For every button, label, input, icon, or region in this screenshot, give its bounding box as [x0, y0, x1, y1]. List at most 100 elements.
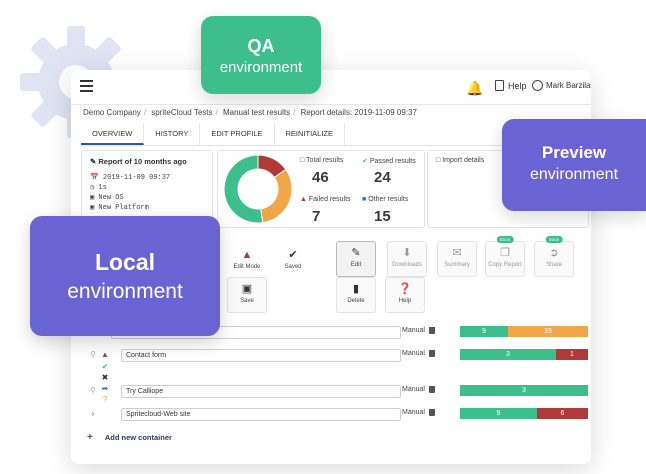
failed-results-label: ▲ Failed results: [300, 196, 351, 203]
trash-icon[interactable]: [428, 386, 435, 393]
trash-icon[interactable]: [428, 327, 435, 334]
edit-mode-label: Edit Mode: [233, 264, 261, 270]
qa-badge-title: QA: [247, 36, 275, 56]
delete-label: Delete: [347, 298, 365, 304]
forward-icon: ➦: [101, 384, 109, 393]
delete-button[interactable]: ▮ Delete: [336, 277, 376, 313]
donut-slice-other: [260, 168, 293, 224]
qa-badge-subtitle: environment: [219, 59, 303, 76]
result-bar: 3: [460, 385, 588, 396]
edit-label: Edit: [350, 262, 362, 268]
top-bar: 🔔 Help Mark Barzilay: [71, 70, 591, 105]
share-icon: ➲: [549, 247, 559, 259]
report-card: ✎ Report of 10 months ago 📅 2019-11-09 0…: [81, 150, 213, 218]
edit-button[interactable]: ✎ Edit: [336, 241, 376, 277]
save-button[interactable]: ▣ Save: [227, 277, 267, 313]
copy-report-label: Copy Report: [488, 262, 522, 268]
breadcrumb: Demo Company / spriteCloud Tests / Manual …: [83, 108, 417, 117]
question-icon: ❓: [398, 283, 412, 295]
result-bar: 96: [460, 408, 588, 419]
add-container-button[interactable]: + Add new container: [87, 432, 172, 443]
results-donut-chart: [223, 154, 293, 224]
breadcrumb-company[interactable]: Demo Company: [83, 108, 141, 117]
report-platform: ▣ New Platform: [90, 204, 149, 212]
search-icon[interactable]: ⚲: [87, 386, 99, 395]
search-icon[interactable]: ⚲: [87, 350, 99, 359]
report-title: ✎ Report of 10 months ago: [90, 157, 187, 166]
trash-icon: ▮: [352, 283, 360, 295]
breadcrumb-profile[interactable]: Manual test results: [223, 108, 290, 117]
mail-icon: ✉: [452, 247, 462, 259]
help-button-label: Help: [398, 298, 412, 304]
warning-icon: ▲: [241, 249, 253, 261]
local-badge-title: Local: [94, 249, 156, 275]
tab-edit-profile[interactable]: EDIT PROFILE: [200, 123, 275, 145]
add-container-label: Add new container: [104, 433, 172, 442]
copy-report-button[interactable]: Soon ❐ Copy Report: [485, 236, 525, 277]
question-icon: ?: [102, 395, 108, 404]
user-menu[interactable]: Mark Barzilay: [532, 80, 591, 91]
help-link[interactable]: Help: [495, 80, 527, 91]
download-icon: ⬇: [402, 247, 412, 259]
result-bar-segment: 6: [536, 408, 588, 419]
result-bar-segment: 9: [460, 326, 508, 337]
container-name-input[interactable]: Try Calliope: [121, 385, 401, 398]
total-results-value: 46: [312, 169, 329, 186]
qa-environment-badge: QA environment: [201, 16, 321, 94]
manual-label: Manual: [402, 350, 435, 357]
downloads-button[interactable]: ⬇ Downloads: [387, 241, 427, 277]
floppy-icon: ▣: [241, 283, 253, 295]
menu-icon[interactable]: [80, 80, 93, 92]
saved-indicator: ✔ Saved: [273, 244, 313, 280]
result-bar-segment: 9: [460, 408, 537, 419]
tab-reinitialize[interactable]: REINITIALIZE: [275, 123, 346, 145]
share-label: Share: [545, 262, 562, 268]
trash-icon[interactable]: [428, 350, 435, 357]
tab-history[interactable]: HISTORY: [144, 123, 201, 145]
import-details-title: □ Import details: [436, 157, 485, 164]
soon-badge: Soon: [496, 236, 514, 243]
downloads-label: Downloads: [392, 262, 422, 268]
share-button[interactable]: Soon ➲ Share: [534, 236, 574, 277]
check-icon: ✔: [288, 249, 298, 261]
preview-badge-subtitle: environment: [529, 166, 619, 183]
manual-label: Manual: [402, 409, 435, 416]
help-label: Help: [508, 80, 527, 91]
donut-slice-passed: [223, 154, 264, 224]
chevron-right-icon[interactable]: ›: [87, 409, 99, 418]
report-duration: ◷ 1s: [90, 184, 107, 192]
manual-label: Manual: [402, 386, 435, 393]
bell-icon[interactable]: 🔔: [466, 80, 483, 97]
preview-environment-badge: Preview environment: [502, 119, 646, 211]
local-environment-badge: Local environment: [30, 216, 220, 336]
breadcrumb-current: Report details: 2019-11-09 09:37: [300, 108, 417, 117]
failed-results-value: 7: [312, 208, 321, 225]
container-name-input[interactable]: Spritecloud-Web site: [121, 408, 401, 421]
tab-overview[interactable]: OVERVIEW: [81, 123, 145, 145]
report-os: ▣ New OS: [90, 194, 124, 202]
trash-icon[interactable]: [428, 409, 435, 416]
local-badge-subtitle: environment: [67, 280, 183, 303]
summary-label: Summary: [444, 262, 470, 268]
help-button[interactable]: ❓ Help: [385, 277, 425, 313]
link-off-icon: ✖: [101, 373, 109, 382]
edit-mode-button[interactable]: ▲ Edit Mode: [227, 244, 267, 280]
result-bar-segment: 1: [556, 349, 588, 360]
manual-label: Manual: [402, 327, 435, 334]
summary-button[interactable]: ✉ Summary: [437, 241, 477, 277]
passed-results-label: ✔ Passed results: [362, 158, 416, 165]
warning-icon: ▲: [101, 350, 109, 359]
total-results-label: □ Total results: [300, 157, 344, 164]
user-icon: [532, 80, 543, 91]
container-name-input[interactable]: Contact form: [121, 349, 401, 362]
report-date: 📅 2019-11-09 09:37: [90, 174, 171, 182]
copy-icon: ❐: [500, 247, 510, 259]
breadcrumb-project[interactable]: spriteCloud Tests: [151, 108, 212, 117]
saved-label: Saved: [284, 264, 302, 270]
other-results-value: 15: [374, 208, 391, 225]
check-icon: ✔: [101, 362, 109, 371]
result-bar: 9 15: [460, 326, 588, 337]
result-bar-segment: 3: [460, 349, 556, 360]
plus-icon: +: [87, 432, 93, 443]
results-card: □ Total results 46 ✔ Passed results 24 ▲…: [217, 150, 425, 228]
